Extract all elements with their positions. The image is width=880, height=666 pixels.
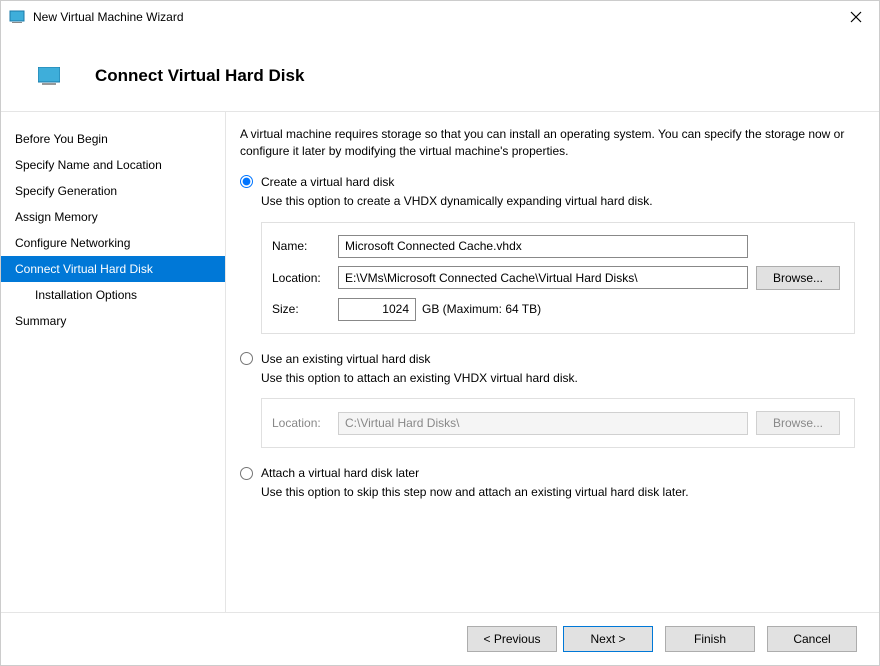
existing-browse-button: Browse...: [756, 411, 840, 435]
size-input[interactable]: [338, 298, 416, 321]
option-existing-label: Use an existing virtual hard disk: [261, 352, 430, 366]
name-input[interactable]: [338, 235, 748, 258]
wizard-content: A virtual machine requires storage so th…: [226, 112, 879, 612]
wizard-footer: < Previous Next > Finish Cancel: [1, 613, 879, 665]
previous-button[interactable]: < Previous: [467, 626, 557, 652]
page-title: Connect Virtual Hard Disk: [95, 66, 304, 86]
wizard-steps-sidebar: Before You Begin Specify Name and Locati…: [1, 112, 226, 612]
option-later-radio[interactable]: [240, 467, 253, 480]
existing-location-label: Location:: [272, 416, 338, 430]
next-button[interactable]: Next >: [563, 626, 653, 652]
intro-text: A virtual machine requires storage so th…: [240, 126, 855, 161]
option-later-row: Attach a virtual hard disk later: [240, 466, 855, 480]
size-label: Size:: [272, 302, 338, 316]
wizard-body: Before You Begin Specify Name and Locati…: [1, 111, 879, 613]
existing-fields: Location: Browse...: [261, 398, 855, 448]
nav-group: < Previous Next >: [467, 626, 653, 652]
option-create-hint: Use this option to create a VHDX dynamic…: [261, 193, 855, 210]
finish-button[interactable]: Finish: [665, 626, 755, 652]
option-later-hint: Use this option to skip this step now an…: [261, 484, 855, 501]
option-existing-row: Use an existing virtual hard disk: [240, 352, 855, 366]
location-label: Location:: [272, 271, 338, 285]
titlebar: New Virtual Machine Wizard: [1, 1, 879, 33]
existing-location-input: [338, 412, 748, 435]
close-button[interactable]: [833, 1, 879, 33]
step-configure-networking[interactable]: Configure Networking: [1, 230, 225, 256]
option-create-label: Create a virtual hard disk: [261, 175, 394, 189]
option-create-radio[interactable]: [240, 175, 253, 188]
step-specify-generation[interactable]: Specify Generation: [1, 178, 225, 204]
name-label: Name:: [272, 239, 338, 253]
cancel-button[interactable]: Cancel: [767, 626, 857, 652]
create-fields: Name: Location: Browse... Size: GB (Maxi…: [261, 222, 855, 334]
step-specify-name-location[interactable]: Specify Name and Location: [1, 152, 225, 178]
header-icon: [31, 61, 67, 91]
wizard-header: Connect Virtual Hard Disk: [1, 33, 879, 111]
app-icon: [9, 9, 25, 25]
step-connect-virtual-hard-disk[interactable]: Connect Virtual Hard Disk: [1, 256, 225, 282]
browse-button[interactable]: Browse...: [756, 266, 840, 290]
option-existing-hint: Use this option to attach an existing VH…: [261, 370, 855, 387]
step-before-you-begin[interactable]: Before You Begin: [1, 126, 225, 152]
step-assign-memory[interactable]: Assign Memory: [1, 204, 225, 230]
location-input[interactable]: [338, 266, 748, 289]
step-installation-options[interactable]: Installation Options: [1, 282, 225, 308]
window-title: New Virtual Machine Wizard: [33, 10, 833, 24]
option-create-row: Create a virtual hard disk: [240, 175, 855, 189]
size-suffix: GB (Maximum: 64 TB): [422, 302, 541, 316]
option-existing-radio[interactable]: [240, 352, 253, 365]
option-later-label: Attach a virtual hard disk later: [261, 466, 419, 480]
step-summary[interactable]: Summary: [1, 308, 225, 334]
